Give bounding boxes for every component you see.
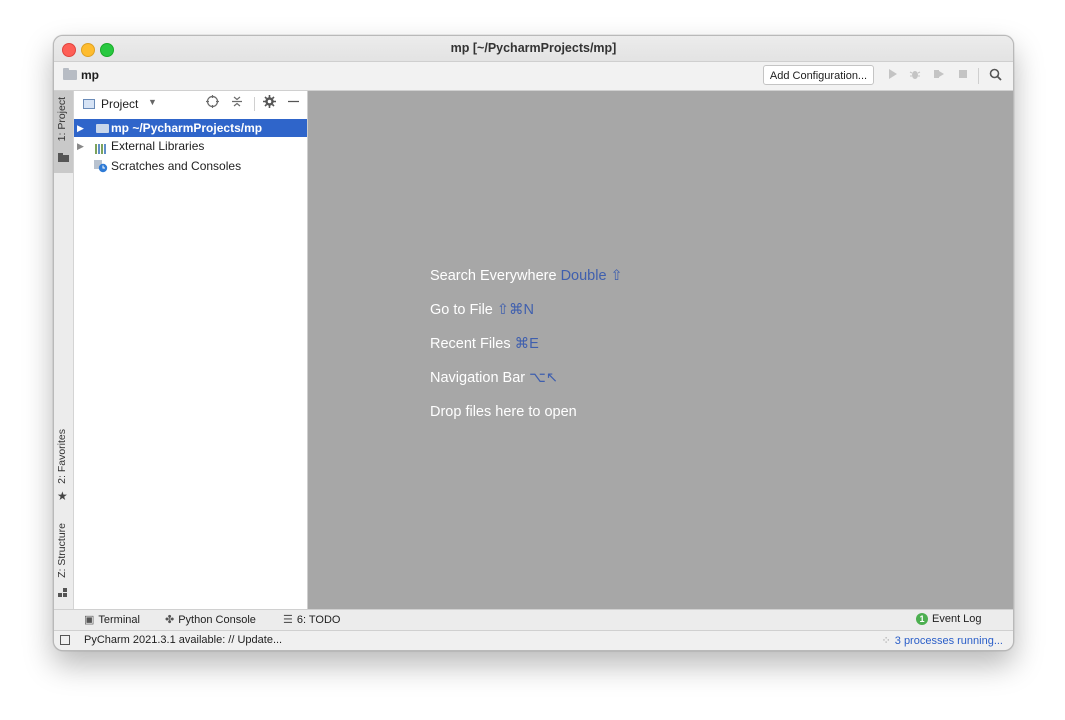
hint-search-everywhere: Search Everywhere Double ⇧ [430, 268, 623, 284]
gear-icon[interactable] [263, 95, 276, 111]
hint-shortcut: ⌘E [514, 336, 539, 352]
window-title: mp [~/PycharmProjects/mp] [450, 41, 617, 55]
folder-icon [63, 68, 77, 80]
hint-text: Recent Files [430, 336, 511, 352]
event-log-tool-button[interactable]: 1 Event Log [916, 613, 982, 625]
toggle-tool-windows-icon[interactable] [60, 635, 70, 645]
tree-item-label: External Libraries [111, 139, 205, 153]
tree-item-label: Scratches and Consoles [111, 159, 242, 173]
project-panel-header: Project ▼ [74, 91, 307, 117]
hint-shortcut: Double ⇧ [560, 268, 623, 284]
scratch-icon [93, 160, 109, 173]
status-bar: PyCharm 2021.3.1 available: // Update...… [54, 630, 1013, 650]
project-tool-label: 1: Project [56, 97, 68, 142]
folder-icon [96, 124, 109, 133]
project-tool-button[interactable]: 1: Project [54, 91, 73, 173]
project-view-icon [83, 99, 95, 109]
nav-project-name[interactable]: mp [81, 68, 99, 82]
event-log-label: Event Log [932, 613, 982, 625]
hint-text: Navigation Bar [430, 370, 526, 386]
navigation-bar: mp Add Configuration... [54, 62, 1013, 91]
structure-tool-button[interactable]: Z: Structure [54, 521, 73, 601]
python-console-label: Python Console [178, 614, 256, 626]
chevron-down-icon[interactable]: ▼ [148, 97, 157, 107]
editor-empty-area[interactable]: Search Everywhere Double ⇧ Go to File ⇧⌘… [308, 91, 1013, 609]
close-window-button[interactable] [62, 43, 76, 57]
todo-label: 6: TODO [296, 614, 341, 626]
search-icon[interactable] [988, 68, 1002, 82]
tree-item-scratches[interactable]: Scratches and Consoles [74, 157, 307, 175]
spinner-icon: ⁘ [881, 635, 891, 647]
status-message[interactable]: PyCharm 2021.3.1 available: // Update... [84, 634, 282, 646]
chevron-right-icon[interactable]: ▶ [77, 119, 84, 137]
hide-panel-icon[interactable] [288, 95, 299, 111]
todo-tool-button[interactable]: ☰ 6: TODO [283, 613, 340, 626]
locate-icon[interactable] [206, 95, 219, 111]
tree-item-external-libraries[interactable]: ▶ External Libraries [74, 137, 307, 155]
debug-icon[interactable] [908, 68, 922, 82]
left-tool-strip: 1: Project 2: Favorites ★ Z: Structure [54, 91, 74, 609]
toolbar-divider [978, 68, 979, 84]
hint-go-to-file: Go to File ⇧⌘N [430, 302, 534, 318]
stop-icon[interactable] [956, 68, 970, 82]
hint-shortcut: ⌥↖ [529, 370, 558, 386]
chevron-right-icon[interactable]: ▶ [77, 137, 84, 155]
tree-item-path: ~/PycharmProjects/mp [132, 121, 263, 135]
hint-text: Go to File [430, 302, 493, 318]
tree-item-project-root[interactable]: ▶ mp ~/PycharmProjects/mp [74, 119, 307, 137]
hint-text: Search Everywhere [430, 268, 557, 284]
pycharm-window: mp [~/PycharmProjects/mp] mp Add Configu… [53, 35, 1014, 651]
zoom-window-button[interactable] [100, 43, 114, 57]
minimize-window-button[interactable] [81, 43, 95, 57]
hint-navigation-bar: Navigation Bar ⌥↖ [430, 370, 558, 386]
structure-icon [58, 588, 67, 597]
hint-shortcut: ⇧⌘N [496, 302, 535, 318]
processes-label: 3 processes running... [894, 635, 1003, 647]
terminal-icon: ▣ [84, 614, 95, 626]
folder-icon [58, 153, 69, 162]
structure-tool-label: Z: Structure [56, 523, 68, 578]
library-icon [95, 141, 109, 154]
panel-header-divider [254, 97, 255, 111]
bottom-tool-strip: ▣ Terminal ✤ Python Console ☰ 6: TODO 1 Even… [54, 609, 1013, 630]
tree-item-name: mp [111, 121, 129, 135]
project-view-selector[interactable]: Project [101, 97, 138, 111]
run-icon[interactable] [886, 68, 900, 82]
hint-recent-files: Recent Files ⌘E [430, 336, 539, 352]
notification-badge-icon: 1 [916, 613, 928, 625]
favorites-tool-button[interactable]: 2: Favorites ★ [54, 427, 73, 507]
hint-text: Drop files here to open [430, 404, 577, 420]
project-tool-window: Project ▼ ▶ mp ~/PycharmProjects/mp ▶ Ex… [74, 91, 308, 609]
coverage-icon[interactable] [932, 68, 946, 82]
star-icon: ★ [57, 489, 68, 503]
python-icon: ✤ [165, 614, 175, 626]
hint-drop-files: Drop files here to open [430, 404, 577, 420]
terminal-label: Terminal [98, 614, 140, 626]
title-bar: mp [~/PycharmProjects/mp] [54, 36, 1013, 62]
terminal-tool-button[interactable]: ▣ Terminal [84, 613, 140, 626]
background-processes[interactable]: ⁘ 3 processes running... [882, 634, 1003, 647]
favorites-tool-label: 2: Favorites [56, 429, 68, 484]
add-configuration-button[interactable]: Add Configuration... [763, 65, 874, 85]
python-console-tool-button[interactable]: ✤ Python Console [165, 613, 256, 626]
list-icon: ☰ [283, 614, 293, 626]
collapse-all-icon[interactable] [231, 95, 243, 111]
